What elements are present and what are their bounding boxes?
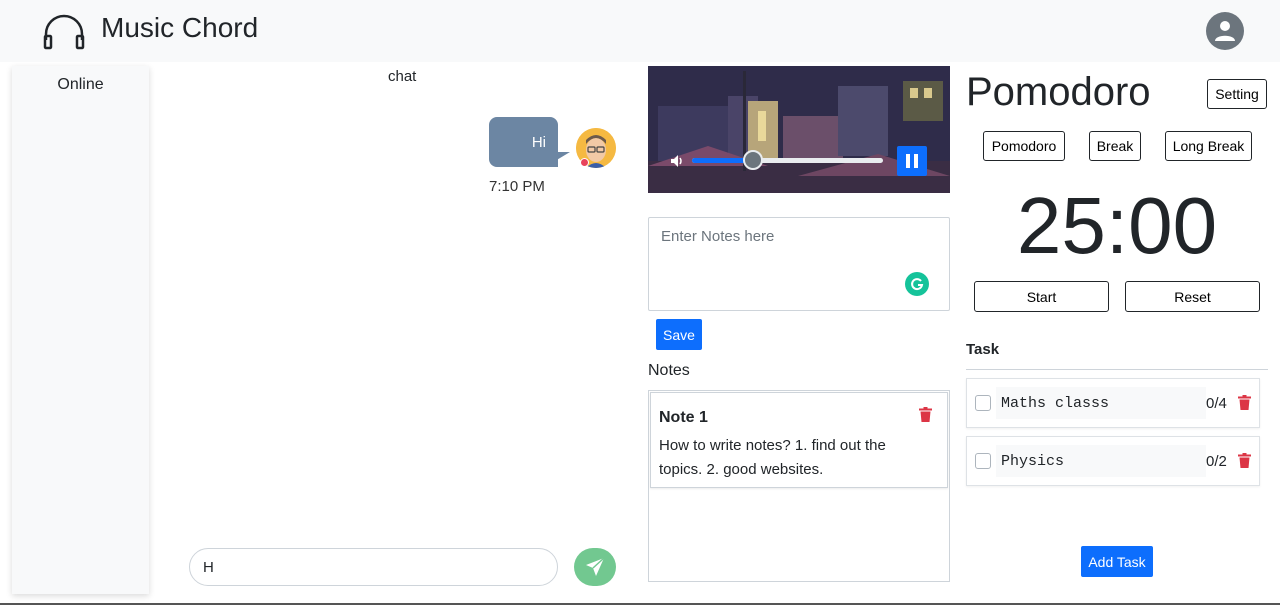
message-timestamp: 7:10 PM — [489, 178, 545, 195]
notes-textarea[interactable] — [648, 217, 950, 311]
trash-icon[interactable] — [1238, 453, 1251, 468]
notes-heading: Notes — [648, 362, 690, 379]
pomodoro-title: Pomodoro — [966, 70, 1151, 114]
reset-button[interactable]: Reset — [1125, 281, 1260, 312]
grammarly-icon[interactable] — [905, 272, 929, 296]
paper-plane-icon — [586, 557, 605, 576]
task-pomodoro-count: 0/2 — [1206, 453, 1227, 470]
settings-button[interactable]: Setting — [1207, 79, 1267, 109]
task-heading: Task — [966, 341, 1000, 358]
save-note-button[interactable]: Save — [656, 319, 702, 350]
chat-message-input[interactable] — [189, 548, 558, 586]
timer-display: 25:00 — [1016, 181, 1218, 270]
chat-message-bubble: Hi — [489, 117, 558, 167]
sidebar-title: Online — [57, 76, 104, 93]
task-checkbox[interactable] — [975, 453, 991, 469]
task-name: Maths classs — [996, 387, 1206, 419]
chat-title: chat — [388, 68, 417, 85]
task-row: Physics 0/2 — [966, 436, 1260, 486]
trash-icon[interactable] — [1238, 395, 1251, 410]
top-navbar: Music Chord — [0, 0, 1280, 62]
send-message-button[interactable] — [574, 548, 616, 586]
user-icon — [1215, 21, 1235, 41]
mode-pomodoro-button[interactable]: Pomodoro — [983, 131, 1065, 161]
task-pomodoro-count: 0/4 — [1206, 395, 1227, 412]
pause-button[interactable] — [897, 146, 927, 176]
headphones-icon — [43, 14, 85, 50]
mode-break-button[interactable]: Break — [1089, 131, 1141, 161]
note-body: How to write notes? 1. find out the topi… — [659, 437, 886, 478]
task-name: Physics — [996, 445, 1206, 477]
profile-avatar-button[interactable] — [1206, 12, 1244, 50]
volume-slider-thumb[interactable] — [743, 150, 763, 170]
note-card: Note 1 How to write notes? 1. find out t… — [650, 392, 948, 488]
task-checkbox[interactable] — [975, 395, 991, 411]
app-title: Music Chord — [101, 12, 259, 43]
online-users-sidebar: Online — [12, 66, 149, 594]
status-dot — [580, 158, 589, 167]
task-row: Maths classs 0/4 — [966, 378, 1260, 428]
note-title: Note 1 — [659, 409, 708, 426]
mode-long-break-button[interactable]: Long Break — [1165, 131, 1252, 161]
start-button[interactable]: Start — [974, 281, 1109, 312]
add-task-button[interactable]: Add Task — [1081, 546, 1153, 577]
task-divider — [966, 369, 1268, 370]
volume-icon[interactable] — [669, 153, 685, 169]
pause-icon — [906, 154, 918, 168]
trash-icon[interactable] — [919, 407, 932, 422]
